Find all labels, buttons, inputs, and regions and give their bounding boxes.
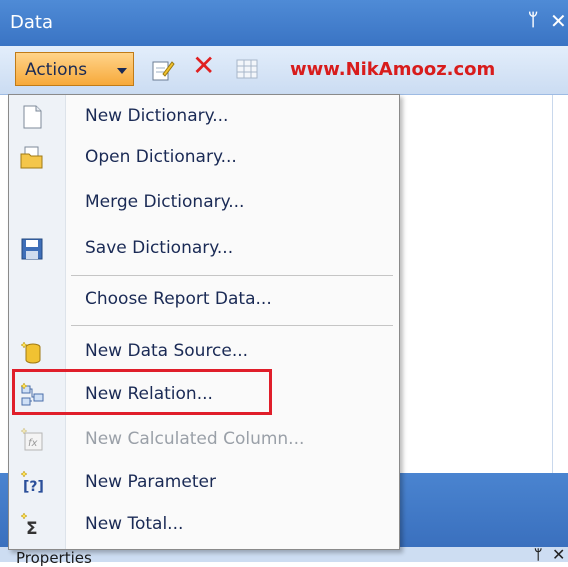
menu-item-new-total[interactable]: Σ New Total... bbox=[9, 506, 399, 544]
svg-text:[?]: [?] bbox=[23, 479, 44, 495]
data-panel-title-bar: Data ᛘ ✕ bbox=[0, 0, 568, 46]
properties-pin-icon[interactable]: ᛘ bbox=[534, 547, 542, 563]
new-total-icon: Σ bbox=[20, 512, 38, 538]
menu-item-choose-report-data[interactable]: Choose Report Data... bbox=[9, 281, 399, 319]
actions-menu: New Dictionary... Open Dictionary... Mer… bbox=[8, 94, 400, 550]
panel-title: Data bbox=[10, 12, 53, 33]
website-watermark: www.NikAmooz.com bbox=[290, 59, 496, 80]
actions-label: Actions bbox=[25, 60, 88, 80]
save-disk-icon bbox=[21, 238, 43, 260]
calculated-column-icon: fx bbox=[20, 427, 43, 451]
menu-item-open-dictionary[interactable]: Open Dictionary... bbox=[9, 139, 399, 177]
delete-icon[interactable]: ✕ bbox=[192, 52, 215, 80]
new-parameter-icon: [?] bbox=[20, 470, 44, 495]
close-icon[interactable]: ✕ bbox=[550, 9, 567, 33]
menu-item-label: Save Dictionary... bbox=[85, 238, 234, 258]
table-grid-icon[interactable] bbox=[236, 59, 258, 79]
new-data-source-icon bbox=[20, 341, 41, 364]
actions-dropdown-button[interactable]: Actions bbox=[15, 52, 134, 86]
toolbar: Actions ✕ www.NikAmooz.com bbox=[0, 46, 568, 95]
edit-icon[interactable] bbox=[151, 58, 175, 82]
properties-close-icon[interactable]: ✕ bbox=[552, 545, 565, 564]
menu-item-label: Merge Dictionary... bbox=[85, 192, 245, 212]
menu-item-label: Open Dictionary... bbox=[85, 147, 237, 167]
menu-item-label: New Parameter bbox=[85, 472, 216, 492]
menu-item-label: New Dictionary... bbox=[85, 106, 229, 126]
svg-text:Σ: Σ bbox=[26, 519, 38, 538]
open-folder-icon bbox=[20, 146, 43, 169]
menu-item-label: New Total... bbox=[85, 514, 184, 534]
menu-separator bbox=[71, 275, 393, 276]
menu-separator bbox=[71, 325, 393, 326]
dropdown-arrow-icon bbox=[117, 68, 127, 74]
highlight-new-relation bbox=[12, 369, 272, 415]
new-document-icon bbox=[23, 105, 42, 129]
menu-item-new-data-source[interactable]: New Data Source... bbox=[9, 333, 399, 371]
menu-item-label: New Calculated Column... bbox=[85, 429, 305, 449]
menu-item-new-parameter[interactable]: [?] New Parameter bbox=[9, 464, 399, 502]
menu-item-label: Choose Report Data... bbox=[85, 289, 272, 309]
properties-title: Properties bbox=[16, 549, 92, 567]
menu-item-label: New Data Source... bbox=[85, 341, 249, 361]
menu-item-new-dictionary[interactable]: New Dictionary... bbox=[9, 98, 399, 136]
menu-item-new-calculated-column[interactable]: fx New Calculated Column... bbox=[9, 421, 399, 459]
pin-icon[interactable]: ᛘ bbox=[528, 10, 538, 30]
menu-item-save-dictionary[interactable]: Save Dictionary... bbox=[9, 230, 399, 268]
menu-item-merge-dictionary[interactable]: Merge Dictionary... bbox=[9, 184, 399, 222]
svg-text:fx: fx bbox=[28, 438, 38, 449]
